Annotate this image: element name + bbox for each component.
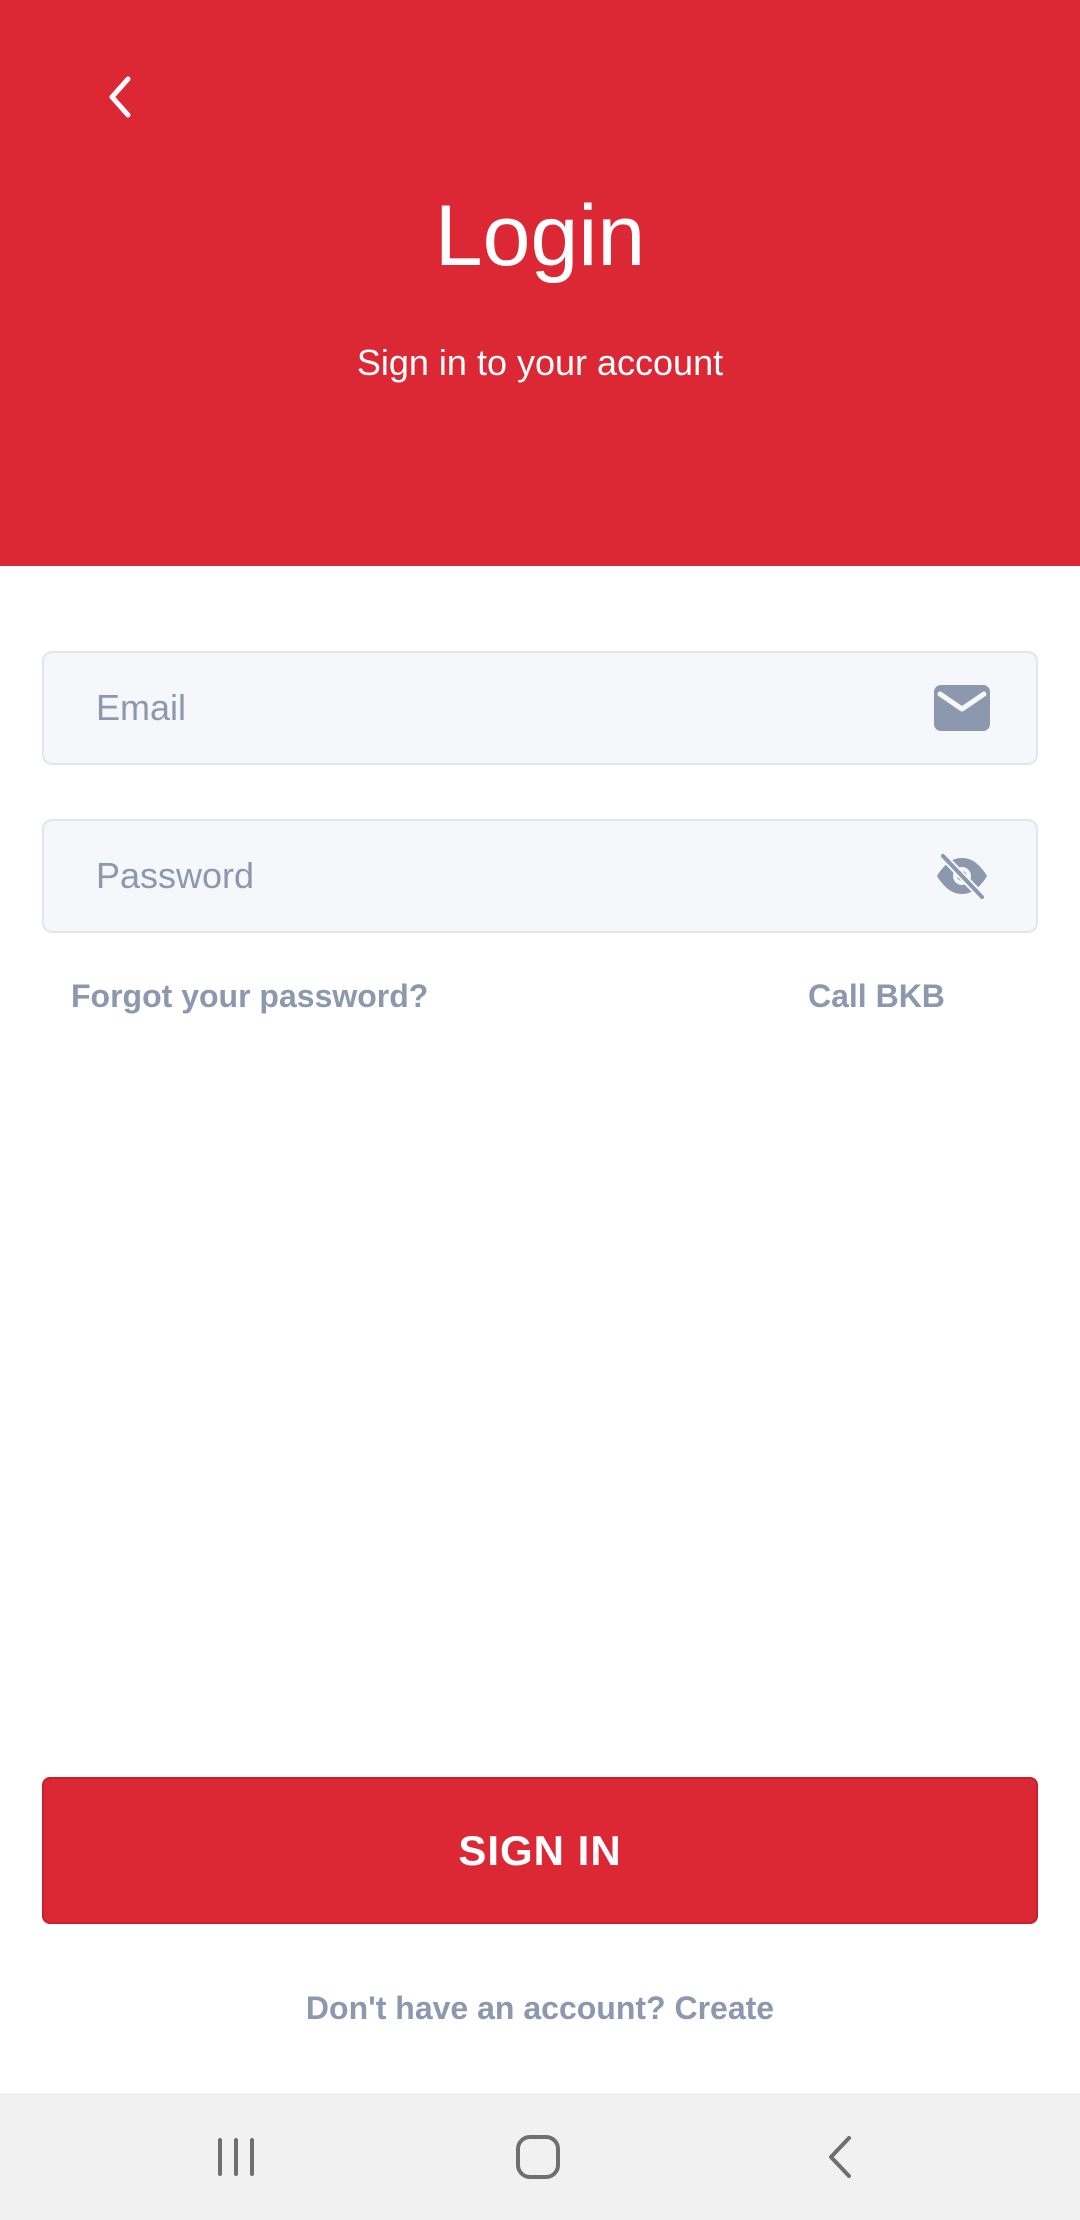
email-field[interactable] [42,651,1038,765]
password-input[interactable] [96,821,896,931]
sign-in-button[interactable]: SIGN IN [42,1777,1038,1924]
home-button[interactable] [478,2107,598,2207]
eye-off-icon[interactable] [934,852,990,900]
page-subtitle: Sign in to your account [356,342,724,383]
password-field[interactable] [42,819,1038,933]
call-bkb-link[interactable]: Call BKB [808,970,945,1022]
page-title: Login [434,188,646,284]
forgot-password-link[interactable]: Forgot your password? [71,970,428,1022]
header: Login Sign in to your account [0,0,1080,566]
system-back-button[interactable] [780,2107,900,2207]
envelope-icon [934,684,990,732]
recent-apps-icon [218,2138,254,2176]
recent-apps-button[interactable] [176,2107,296,2207]
chevron-left-icon [109,76,131,118]
back-button[interactable] [90,62,150,132]
email-input[interactable] [96,653,896,763]
system-navigation-bar [0,2093,1080,2220]
create-account-link[interactable]: Don't have an account? Create [0,1982,1080,2034]
home-icon [516,2135,560,2179]
back-icon [829,2136,851,2178]
